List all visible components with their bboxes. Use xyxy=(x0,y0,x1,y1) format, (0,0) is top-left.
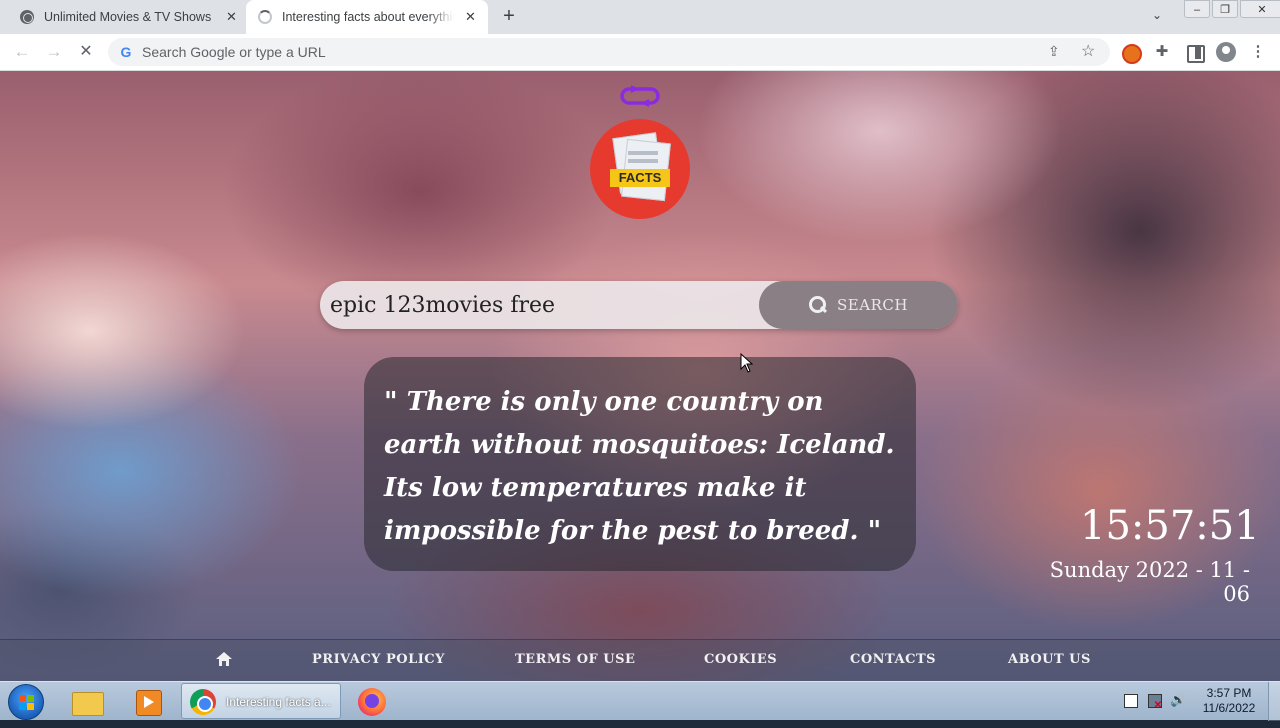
contacts-link[interactable]: CONTACTS xyxy=(850,652,936,667)
tab-strip: Unlimited Movies & TV Shows ✕ Interestin… xyxy=(0,0,1280,34)
start-button[interactable] xyxy=(8,684,44,720)
chrome-taskbar-label: Interesting facts a... xyxy=(226,695,331,709)
search-button-label: SEARCH xyxy=(837,296,908,314)
facts-new-tab-page: FACTS SEARCH " There is only one country… xyxy=(0,71,1280,681)
cookies-link[interactable]: COOKIES xyxy=(704,652,777,667)
window-close-button[interactable]: ✕ xyxy=(1240,0,1280,18)
close-icon[interactable]: ✕ xyxy=(226,9,237,25)
extension-icon[interactable] xyxy=(1120,42,1142,64)
magnifier-icon xyxy=(809,296,827,314)
tab-unlimited-movies[interactable]: Unlimited Movies & TV Shows ✕ xyxy=(8,0,244,34)
tab-interesting-facts[interactable]: Interesting facts about everything ✕ xyxy=(246,0,488,34)
search-input[interactable] xyxy=(330,289,750,321)
network-disconnected-icon[interactable] xyxy=(1146,692,1162,708)
facts-badge: FACTS xyxy=(610,169,670,187)
bookmark-star-icon[interactable]: ☆ xyxy=(1081,41,1095,61)
windows-logo-icon xyxy=(19,695,35,711)
fact-text: " There is only one country on earth wit… xyxy=(384,387,895,546)
tab-title: Unlimited Movies & TV Shows xyxy=(44,10,212,24)
side-panel-icon[interactable] xyxy=(1184,42,1205,63)
stop-loading-icon[interactable]: ✕ xyxy=(76,42,96,62)
search-bar: SEARCH xyxy=(320,281,958,329)
tab-title: Interesting facts about everything xyxy=(282,10,454,24)
loading-spinner-icon xyxy=(258,10,272,24)
text-line xyxy=(628,151,658,155)
date: Sunday 2022 - 11 - 06 xyxy=(1049,558,1250,606)
browser-toolbar: ← → ✕ G Search Google or type a URL ⇪ ☆ … xyxy=(0,34,1280,71)
firefox-icon[interactable] xyxy=(352,684,392,718)
tab-search-chevron-icon[interactable]: ⌄ xyxy=(1152,8,1162,22)
close-icon[interactable]: ✕ xyxy=(465,9,476,25)
kebab-menu-icon[interactable]: ⋮ xyxy=(1248,42,1268,62)
profile-avatar-icon[interactable] xyxy=(1216,42,1236,62)
text-line xyxy=(628,159,658,163)
share-icon[interactable]: ⇪ xyxy=(1048,43,1060,60)
minimize-button[interactable]: – xyxy=(1184,0,1210,18)
address-placeholder: Search Google or type a URL xyxy=(142,44,326,60)
facts-logo: FACTS xyxy=(590,119,690,219)
new-tab-button[interactable]: + xyxy=(498,6,520,28)
restore-button[interactable]: ❐ xyxy=(1212,0,1238,18)
google-g-icon: G xyxy=(120,44,132,60)
about-us-link[interactable]: ABOUT US xyxy=(1008,652,1091,667)
volume-icon[interactable]: 🔊 xyxy=(1170,692,1186,708)
system-tray: 🔊 xyxy=(1122,692,1186,708)
address-bar[interactable]: G Search Google or type a URL ⇪ ☆ xyxy=(108,38,1110,66)
system-date: 11/6/2022 xyxy=(1202,701,1256,715)
chrome-taskbar-button[interactable]: Interesting facts a... xyxy=(181,683,341,719)
windows-taskbar: Interesting facts a... 🔊 3:57 PM 11/6/20… xyxy=(0,681,1280,721)
mouse-pointer-icon xyxy=(740,353,754,373)
sync-arrows-icon[interactable] xyxy=(619,85,661,107)
action-center-flag-icon[interactable] xyxy=(1122,692,1138,708)
file-explorer-icon[interactable] xyxy=(66,684,106,718)
forward-arrow-icon[interactable]: → xyxy=(44,42,64,62)
search-button[interactable]: SEARCH xyxy=(759,281,958,329)
show-desktop-button[interactable] xyxy=(1268,682,1280,721)
media-player-icon[interactable] xyxy=(128,684,168,718)
fact-card: " There is only one country on earth wit… xyxy=(364,357,916,571)
system-clock[interactable]: 3:57 PM 11/6/2022 xyxy=(1196,686,1262,716)
privacy-policy-link[interactable]: PRIVACY POLICY xyxy=(312,652,445,667)
window-controls: – ❐ ✕ xyxy=(1182,0,1280,18)
footer-nav: PRIVACY POLICY TERMS OF USE COOKIES CONT… xyxy=(0,639,1280,681)
back-arrow-icon[interactable]: ← xyxy=(12,42,32,62)
clock: 15:57:51 xyxy=(1080,503,1260,549)
terms-of-use-link[interactable]: TERMS OF USE xyxy=(515,652,635,667)
chrome-icon xyxy=(190,689,216,715)
extensions-puzzle-icon[interactable]: ✚ xyxy=(1152,42,1172,62)
globe-icon xyxy=(20,10,34,24)
home-icon[interactable] xyxy=(216,652,232,666)
system-time: 3:57 PM xyxy=(1206,686,1252,700)
